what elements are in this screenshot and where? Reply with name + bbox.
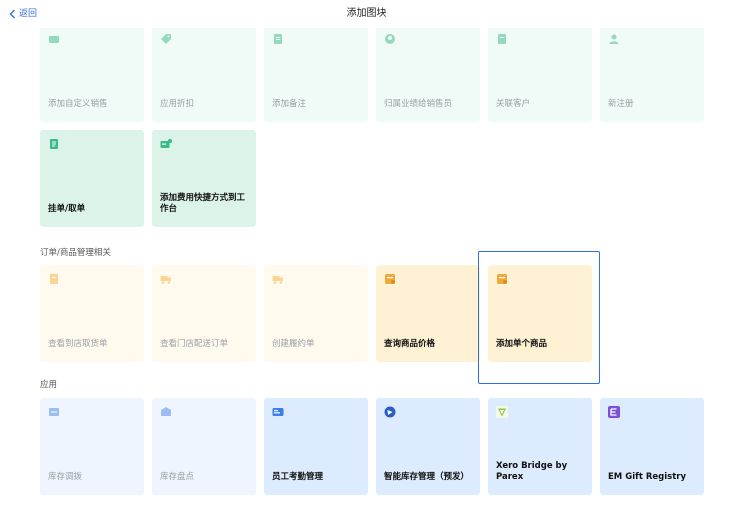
tile-assign-salesperson[interactable]: 归属业绩给销售员 <box>376 28 480 122</box>
tag-icon <box>161 34 171 44</box>
tile-label: 库存盘点 <box>160 472 195 482</box>
top-bar: 返回 添加图块 <box>0 0 733 28</box>
tile-label: 归属业绩给销售员 <box>384 99 453 109</box>
tile-xero-bridge[interactable]: Xero Bridge by Parex <box>488 398 592 495</box>
tile-label: 关联客户 <box>496 99 531 109</box>
tile-create-fulfillment[interactable]: 创建履约单 <box>264 265 368 362</box>
document-icon <box>50 139 58 149</box>
section-title-orders: 订单/商品管理相关 <box>40 248 111 258</box>
tile-label: 库存调拨 <box>48 472 83 482</box>
tile-view-pickup-orders[interactable]: 查看到店取货单 <box>40 265 144 362</box>
tile-label: 查看门店配送订单 <box>160 339 229 349</box>
attendance-icon <box>272 408 284 416</box>
tile-label: 查看到店取货单 <box>48 339 108 349</box>
note-icon <box>274 34 282 44</box>
truck-icon <box>272 276 283 284</box>
tile-add-fee-shortcut[interactable]: 添加费用快捷方式到工作台 <box>152 130 256 227</box>
tile-inventory-transfer[interactable]: 库存调拨 <box>40 398 144 495</box>
tile-add-custom-sale[interactable]: 添加自定义销售 <box>40 28 144 122</box>
tile-label: 智能库存管理（预发） <box>384 472 470 482</box>
product-icon <box>497 274 507 284</box>
xero-bridge-icon <box>496 406 508 418</box>
page-title: 添加图块 <box>346 8 387 19</box>
apps-tile-grid: 库存调拨 库存盘点 员工考勤管理 智能库存管理（预发） Xero Bridge … <box>40 398 704 495</box>
general-tile-grid: 添加自定义销售 应用折扣 添加备注 归属业绩给销售员 关联客户 新注册 挂单/取… <box>40 28 704 227</box>
tile-label: 新注册 <box>608 99 634 109</box>
fee-card-icon <box>160 139 172 148</box>
tile-label: EM Gift Registry <box>608 472 686 482</box>
customer-doc-icon <box>498 34 506 44</box>
tile-label: Xero Bridge by Parex <box>496 461 568 482</box>
tile-query-product-price[interactable]: 查询商品价格 <box>376 265 480 362</box>
tile-label: 添加自定义销售 <box>48 99 108 109</box>
tile-label: 创建履约单 <box>272 339 315 349</box>
tile-staff-attendance[interactable]: 员工考勤管理 <box>264 398 368 495</box>
orders-tile-grid: 查看到店取货单 查看门店配送订单 创建履约单 查询商品价格 添加单个商品 <box>40 265 704 362</box>
tile-label: 添加单个商品 <box>496 339 548 349</box>
tile-inventory-count[interactable]: 库存盘点 <box>152 398 256 495</box>
smart-inventory-icon <box>384 406 396 418</box>
tile-new-registration[interactable]: 新注册 <box>600 28 704 122</box>
tile-label: 员工考勤管理 <box>272 472 324 482</box>
tile-link-customer[interactable]: 关联客户 <box>488 28 592 122</box>
tile-apply-discount[interactable]: 应用折扣 <box>152 28 256 122</box>
section-title-apps: 应用 <box>40 380 58 390</box>
tile-scroll-area[interactable]: 添加自定义销售 应用折扣 添加备注 归属业绩给销售员 关联客户 新注册 挂单/取… <box>0 28 733 505</box>
em-gift-icon <box>608 406 620 418</box>
tile-hold-retrieve-order[interactable]: 挂单/取单 <box>40 130 144 227</box>
cart-icon <box>49 36 59 43</box>
tile-add-single-product[interactable]: 添加单个商品 <box>488 265 592 362</box>
inventory-count-icon <box>161 407 171 416</box>
inventory-transfer-icon <box>49 408 59 416</box>
user-icon <box>609 34 619 44</box>
pickup-doc-icon <box>50 274 58 284</box>
tile-label: 挂单/取单 <box>48 204 86 214</box>
truck-icon <box>160 276 171 284</box>
user-circle-icon <box>385 34 395 44</box>
tile-label: 添加费用快捷方式到工作台 <box>160 193 246 214</box>
price-tag-icon <box>385 274 395 284</box>
tile-view-delivery-orders[interactable]: 查看门店配送订单 <box>152 265 256 362</box>
tile-add-note[interactable]: 添加备注 <box>264 28 368 122</box>
tile-label: 应用折扣 <box>160 99 195 109</box>
tile-smart-inventory[interactable]: 智能库存管理（预发） <box>376 398 480 495</box>
tile-em-gift-registry[interactable]: EM Gift Registry <box>600 398 704 495</box>
tile-label: 添加备注 <box>272 99 307 109</box>
tile-label: 查询商品价格 <box>384 339 436 349</box>
